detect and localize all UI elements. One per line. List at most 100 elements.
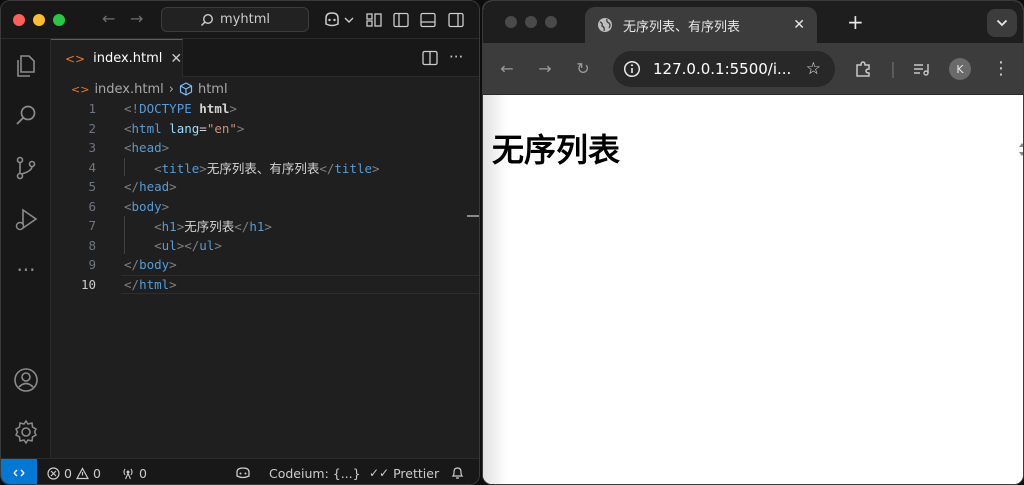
command-center-search[interactable]: myhtml bbox=[161, 7, 309, 32]
tab-title: 无序列表、有序列表 bbox=[623, 19, 741, 35]
new-tab-button[interactable]: + bbox=[847, 11, 864, 33]
search-icon[interactable] bbox=[13, 103, 39, 129]
code-line[interactable]: 2 <html lang="en"> bbox=[51, 119, 479, 139]
web-page-viewport: 无序列表 bbox=[483, 95, 1023, 484]
symbol-cube-icon bbox=[179, 82, 193, 96]
close-window-button[interactable] bbox=[13, 14, 25, 26]
code-text: <ul></ul> bbox=[154, 237, 222, 253]
browser-tab[interactable]: 无序列表、有序列表 ✕ bbox=[585, 7, 817, 43]
extensions-puzzle-icon[interactable] bbox=[853, 59, 873, 79]
address-bar[interactable]: 127.0.0.1:5500/i... ☆ bbox=[613, 51, 835, 87]
url-text: 127.0.0.1:5500/i... bbox=[653, 60, 792, 78]
vscode-title-bar: ← → myhtml bbox=[1, 1, 479, 39]
code-line[interactable]: 9 </body> bbox=[51, 255, 479, 275]
code-text: <!DOCTYPE html> bbox=[124, 101, 237, 117]
code-text: </body> bbox=[124, 257, 177, 273]
scroll-down-arrow-icon[interactable] bbox=[1019, 152, 1023, 156]
back-arrow-icon[interactable]: ← bbox=[497, 59, 517, 79]
ports-count: 0 bbox=[139, 465, 147, 481]
error-icon bbox=[47, 466, 60, 480]
remote-indicator[interactable] bbox=[1, 459, 37, 484]
line-number: 1 bbox=[88, 101, 96, 117]
scrollbar-marker[interactable] bbox=[467, 215, 479, 217]
back-arrow-icon[interactable]: ← bbox=[102, 9, 115, 29]
html-file-icon: <> bbox=[65, 51, 86, 66]
search-icon bbox=[200, 13, 214, 26]
reading-list-icon[interactable] bbox=[911, 59, 931, 79]
copilot-icon[interactable] bbox=[323, 11, 357, 29]
site-info-icon[interactable] bbox=[623, 60, 641, 78]
broadcast-icon bbox=[123, 468, 133, 479]
toggle-primary-sidebar-icon[interactable] bbox=[392, 11, 410, 29]
forward-arrow-icon[interactable]: → bbox=[130, 9, 143, 29]
line-number: 5 bbox=[88, 179, 96, 195]
minimize-window-button[interactable] bbox=[525, 16, 537, 28]
prettier-label: Prettier bbox=[393, 465, 440, 481]
code-line[interactable]: 4 <title>无序列表、有序列表</title> bbox=[51, 158, 479, 178]
code-line[interactable]: 1 <!DOCTYPE html> bbox=[51, 99, 479, 119]
line-number: 4 bbox=[88, 159, 96, 175]
problems-status[interactable]: 0 0 bbox=[47, 459, 101, 484]
close-window-button[interactable] bbox=[505, 16, 517, 28]
codeium-status[interactable]: Codeium: {...} bbox=[269, 459, 361, 484]
line-number: 3 bbox=[88, 140, 96, 156]
code-line[interactable]: 10 </html> bbox=[51, 274, 479, 294]
check-double-icon: ✓✓ bbox=[369, 466, 390, 480]
prettier-status[interactable]: ✓✓ Prettier bbox=[369, 459, 440, 484]
copilot-icon[interactable] bbox=[235, 466, 251, 480]
toggle-secondary-sidebar-icon[interactable] bbox=[447, 11, 465, 29]
tab-index-html[interactable]: <> index.html ✕ bbox=[51, 39, 183, 77]
breadcrumb: <> index.html › html bbox=[71, 79, 228, 99]
code-line[interactable]: 3 <head> bbox=[51, 138, 479, 158]
toggle-panel-icon[interactable] bbox=[419, 11, 437, 29]
command-center-label: myhtml bbox=[220, 12, 270, 27]
explorer-icon[interactable] bbox=[13, 53, 39, 79]
code-editor[interactable]: 1 <!DOCTYPE html> 2 <html lang="en"> 3 <head>… bbox=[51, 99, 479, 458]
page-heading: 无序列表 bbox=[492, 131, 621, 169]
code-line[interactable]: 6 <body> bbox=[51, 197, 479, 217]
line-number: 9 bbox=[88, 257, 96, 273]
notifications-bell-icon[interactable] bbox=[451, 466, 464, 480]
tab-label: index.html bbox=[93, 51, 163, 66]
forward-arrow-icon[interactable]: → bbox=[535, 59, 555, 79]
chevron-down-icon bbox=[996, 19, 1008, 27]
line-number: 7 bbox=[88, 218, 96, 234]
more-icon[interactable]: ··· bbox=[13, 257, 39, 283]
activity-bar: ··· bbox=[1, 39, 51, 458]
zoom-window-button[interactable] bbox=[545, 16, 557, 28]
close-tab-button[interactable]: ✕ bbox=[170, 51, 182, 67]
chrome-toolbar: ← → ↻ 127.0.0.1:5500/i... ☆ | K ⋮ bbox=[483, 43, 1023, 95]
minimize-window-button[interactable] bbox=[33, 14, 45, 26]
code-line[interactable]: 8 <ul></ul> bbox=[51, 236, 479, 256]
ports-status[interactable]: 0 bbox=[121, 459, 147, 484]
tab-search-button[interactable] bbox=[987, 9, 1017, 37]
reload-icon[interactable]: ↻ bbox=[573, 59, 593, 79]
globe-icon bbox=[598, 18, 612, 32]
line-number: 2 bbox=[88, 120, 96, 136]
menu-kebab-icon[interactable]: ⋮ bbox=[991, 59, 1011, 79]
source-control-icon[interactable] bbox=[13, 155, 39, 181]
line-number: 10 bbox=[80, 276, 96, 292]
accounts-icon[interactable] bbox=[13, 367, 39, 393]
code-line[interactable]: 7 <h1>无序列表</h1> bbox=[51, 216, 479, 236]
profile-avatar[interactable]: K bbox=[949, 58, 971, 80]
gear-icon[interactable] bbox=[13, 419, 39, 445]
split-editor-icon[interactable] bbox=[421, 49, 439, 67]
close-tab-button[interactable]: ✕ bbox=[793, 17, 805, 33]
zoom-window-button[interactable] bbox=[53, 14, 65, 26]
more-actions-icon[interactable]: ··· bbox=[449, 48, 463, 66]
scroll-up-arrow-icon[interactable] bbox=[1019, 143, 1023, 147]
breadcrumb-symbol[interactable]: html bbox=[198, 82, 228, 97]
breadcrumb-file[interactable]: index.html bbox=[94, 82, 163, 97]
status-bar: 0 0 0 Codeium: {...} ✓✓ Prettier bbox=[1, 458, 479, 484]
warning-icon bbox=[75, 466, 89, 479]
html-file-icon: <> bbox=[71, 82, 90, 96]
code-text: <head> bbox=[124, 140, 170, 156]
code-line[interactable]: 5 </head> bbox=[51, 177, 479, 197]
code-text: <body> bbox=[124, 198, 170, 214]
run-debug-icon[interactable] bbox=[13, 207, 39, 233]
code-text: </html> bbox=[124, 276, 177, 292]
bookmark-star-icon[interactable]: ☆ bbox=[806, 59, 821, 79]
code-text: <title>无序列表、有序列表</title> bbox=[154, 160, 380, 176]
layout-icon[interactable] bbox=[365, 11, 383, 29]
